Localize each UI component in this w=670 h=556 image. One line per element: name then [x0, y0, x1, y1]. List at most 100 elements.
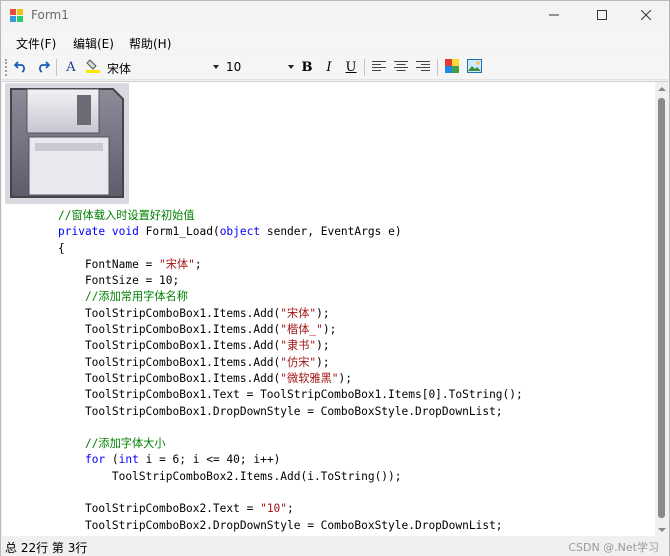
code-token: void	[111, 225, 139, 239]
underline-icon: U	[345, 59, 357, 75]
code-token: );	[316, 355, 330, 369]
code-token: //窗体载入时设置好初始值	[58, 209, 195, 222]
close-icon	[640, 9, 652, 23]
chevron-down-icon[interactable]	[213, 65, 219, 69]
align-left-button[interactable]	[370, 58, 388, 76]
code-line: ToolStripComboBox1.Items.Add("宋体");	[58, 306, 523, 322]
font-name-combobox[interactable]: 宋体	[105, 57, 221, 77]
color-palette-button[interactable]	[443, 58, 461, 76]
underline-button[interactable]: U	[342, 58, 360, 76]
menu-file[interactable]: 文件(F)	[14, 35, 58, 52]
code-token: ToolStripComboBox1.DropDownStyle = Combo…	[58, 404, 503, 418]
bold-button[interactable]: B	[298, 58, 316, 76]
toolbar-separator	[56, 59, 57, 76]
align-center-button[interactable]	[392, 58, 410, 76]
align-center-icon	[394, 60, 408, 75]
code-line: //窗体载入时设置好初始值	[58, 208, 523, 224]
code-token: "仿宋"	[280, 355, 317, 369]
code-token: ToolStripComboBox2.Text =	[58, 502, 261, 516]
maximize-button[interactable]	[579, 1, 625, 31]
font-size-value: 10	[226, 60, 242, 74]
bold-icon: B	[301, 59, 313, 75]
vertical-scrollbar[interactable]	[655, 82, 668, 536]
code-token: ToolStripComboBox1.Items.Add(	[58, 339, 281, 353]
undo-icon	[13, 59, 28, 76]
highlight-button[interactable]	[84, 58, 102, 76]
code-token: Form1_Load(	[138, 225, 220, 239]
form1-window: Form1 文件(F) 编辑(E) 帮助(H) A 宋体 10 B I U //…	[0, 0, 670, 556]
code-token: ToolStripComboBox1.Items.Add(	[58, 355, 281, 369]
code-line: FontName = "宋体";	[58, 257, 523, 273]
insert-image-button[interactable]	[465, 58, 483, 76]
font-color-icon: A	[66, 59, 76, 75]
code-line: ToolStripComboBox1.Items.Add("微软雅黑");	[58, 371, 523, 387]
scrollbar-thumb[interactable]	[658, 98, 665, 518]
title-bar[interactable]: Form1	[1, 1, 669, 32]
align-right-icon	[416, 60, 430, 75]
color-palette-icon	[445, 58, 459, 76]
redo-icon	[36, 59, 51, 76]
code-token: int	[118, 453, 139, 467]
status-line-info: 总 22行 第 3行	[5, 541, 88, 555]
floppy-disk-icon	[5, 83, 129, 204]
toolbar-separator	[437, 59, 438, 76]
code-line: ToolStripComboBox2.DropDownStyle = Combo…	[58, 518, 523, 534]
code-token: i = 6; i <= 40; i++)	[138, 453, 281, 467]
font-color-button[interactable]: A	[62, 58, 80, 76]
menu-edit[interactable]: 编辑(E)	[71, 35, 116, 52]
code-token: "微软雅黑"	[280, 371, 339, 385]
window-title: Form1	[31, 8, 69, 22]
code-token: for	[84, 453, 106, 467]
code-text: //窗体载入时设置好初始值 private void Form1_Load(obj…	[58, 208, 523, 534]
insert-image-icon	[466, 58, 482, 76]
font-size-combobox[interactable]: 10	[224, 57, 296, 77]
scroll-down-icon[interactable]	[658, 528, 666, 532]
scroll-up-icon[interactable]	[658, 87, 666, 91]
minimize-button[interactable]	[531, 1, 577, 31]
rich-text-editor[interactable]: //窗体载入时设置好初始值 private void Form1_Load(obj…	[2, 81, 668, 536]
code-token: );	[316, 339, 330, 353]
code-token: sender, EventArgs e)	[260, 225, 402, 239]
code-token: {	[58, 241, 65, 255]
code-token: FontName =	[58, 257, 160, 271]
code-token: ToolStripComboBox1.Items.Add(	[58, 371, 281, 385]
chevron-down-icon[interactable]	[288, 65, 294, 69]
code-token: object	[219, 225, 261, 239]
code-token: ToolStripComboBox1.Items.Add(	[58, 323, 281, 337]
code-token: ;	[287, 502, 294, 516]
code-token: ToolStripComboBox1.Items.Add(	[58, 306, 281, 320]
code-line: FontSize = 10;	[58, 273, 523, 289]
italic-icon: I	[326, 59, 332, 75]
code-line: ToolStripComboBox1.Items.Add("隶书");	[58, 338, 523, 354]
code-line: //添加字体大小	[58, 436, 523, 452]
undo-button[interactable]	[12, 58, 30, 76]
code-token: ToolStripComboBox2.DropDownStyle = Combo…	[58, 518, 503, 532]
code-token: private	[58, 225, 106, 239]
redo-button[interactable]	[34, 58, 52, 76]
italic-button[interactable]: I	[320, 58, 338, 76]
code-token: "楷体_"	[280, 323, 323, 337]
align-right-button[interactable]	[414, 58, 432, 76]
code-line: private void Form1_Load(object sender, E…	[58, 224, 523, 240]
code-line: ToolStripComboBox2.Text = "10";	[58, 501, 523, 517]
code-token: );	[322, 323, 337, 337]
code-line: ToolStripComboBox1.Items.Add("仿宋");	[58, 355, 523, 371]
code-token: (	[105, 453, 119, 467]
code-line: for (int i = 6; i <= 40; i++)	[58, 452, 523, 468]
code-token: "隶书"	[280, 339, 317, 353]
code-line: ToolStripComboBox2.Items.Add(i.ToString(…	[58, 469, 523, 485]
code-token: "宋体"	[159, 257, 195, 271]
code-line: ToolStripComboBox1.DropDownStyle = Combo…	[58, 404, 523, 420]
font-name-value: 宋体	[107, 62, 132, 76]
code-token: "宋体"	[280, 306, 317, 320]
align-left-icon	[372, 60, 386, 75]
toolbar-grip[interactable]	[5, 59, 7, 76]
code-line: //添加常用字体名称	[58, 289, 523, 305]
close-button[interactable]	[623, 1, 669, 31]
menu-help[interactable]: 帮助(H)	[127, 35, 173, 52]
code-token: "10"	[260, 502, 288, 516]
